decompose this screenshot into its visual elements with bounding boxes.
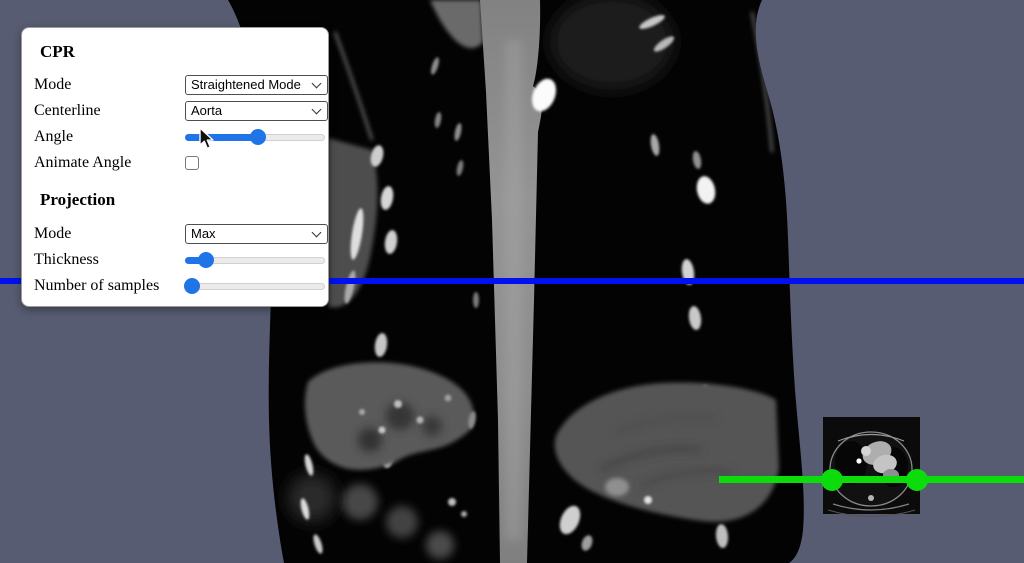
viewport: CPR Mode Straightened Mode Centerline Ao…	[0, 0, 1024, 563]
cpr-mode-select[interactable]: Straightened Mode	[185, 75, 328, 95]
projection-mode-select-value: Max	[191, 225, 216, 243]
projection-mode-select[interactable]: Max	[185, 224, 328, 244]
centerline-row: Centerline Aorta	[34, 98, 314, 124]
slider-fill	[185, 134, 258, 141]
chevron-down-icon	[312, 105, 322, 115]
chevron-down-icon	[312, 228, 322, 238]
coronal-slice-handle-right[interactable]	[906, 469, 928, 491]
coronal-slice-line[interactable]	[719, 476, 1024, 483]
thickness-row: Thickness	[34, 247, 314, 273]
slider-thumb[interactable]	[184, 278, 200, 294]
angle-label: Angle	[34, 128, 185, 146]
samples-slider[interactable]	[185, 278, 325, 294]
animate-angle-label: Animate Angle	[34, 154, 185, 172]
centerline-label: Centerline	[34, 102, 185, 120]
centerline-select[interactable]: Aorta	[185, 101, 328, 121]
angle-slider[interactable]	[185, 129, 325, 145]
slider-track	[185, 283, 325, 290]
control-panel: CPR Mode Straightened Mode Centerline Ao…	[21, 27, 329, 307]
chevron-down-icon	[312, 79, 322, 89]
angle-row: Angle	[34, 124, 314, 150]
axial-slice-thumbnail[interactable]	[823, 417, 920, 517]
slider-thumb[interactable]	[250, 129, 266, 145]
samples-label: Number of samples	[34, 277, 185, 295]
animate-angle-checkbox[interactable]	[185, 156, 199, 170]
animate-angle-row: Animate Angle	[34, 150, 314, 176]
cpr-mode-select-value: Straightened Mode	[191, 76, 301, 94]
cpr-mode-row: Mode Straightened Mode	[34, 72, 314, 98]
thickness-label: Thickness	[34, 251, 185, 269]
coronal-slice-handle-left[interactable]	[821, 469, 843, 491]
thickness-slider[interactable]	[185, 252, 325, 268]
cpr-section-heading: CPR	[40, 42, 314, 62]
samples-row: Number of samples	[34, 273, 314, 299]
slider-thumb[interactable]	[198, 252, 214, 268]
centerline-select-value: Aorta	[191, 102, 222, 120]
projection-section-heading: Projection	[40, 190, 314, 210]
projection-mode-label: Mode	[34, 225, 185, 243]
cpr-mode-label: Mode	[34, 76, 185, 94]
projection-mode-row: Mode Max	[34, 221, 314, 247]
